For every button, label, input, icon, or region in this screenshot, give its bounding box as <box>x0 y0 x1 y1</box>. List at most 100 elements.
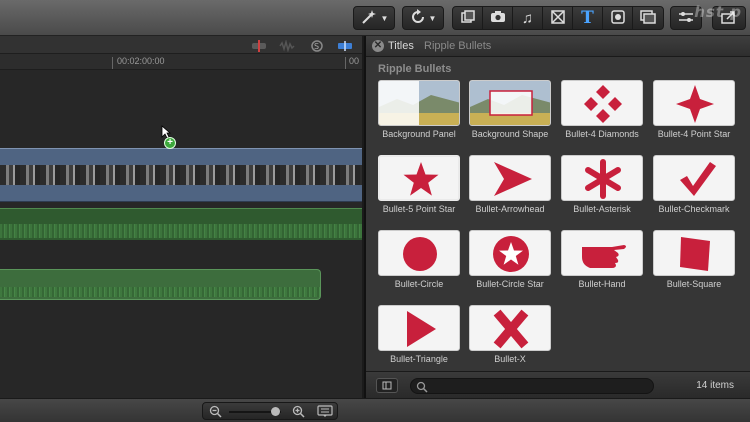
generators-button[interactable] <box>603 7 633 29</box>
title-item-bullet-hand[interactable]: Bullet-Hand <box>559 230 645 304</box>
title-thumbnail <box>469 80 551 126</box>
music-clip[interactable] <box>0 269 321 300</box>
camera-icon <box>490 10 506 26</box>
browser-header: ✕ Titles Ripple Bullets <box>366 36 750 57</box>
title-item-label: Bullet-Hand <box>578 279 626 289</box>
sidebar-toggle-icon <box>377 379 397 396</box>
zoom-out-icon[interactable] <box>209 405 222 422</box>
solo-icon[interactable]: S <box>308 39 326 52</box>
title-item-bullet-triangle[interactable]: Bullet-Triangle <box>376 305 462 379</box>
music-button[interactable]: ♫ <box>513 7 543 29</box>
titles-browser: ✕ Titles Ripple Bullets Ripple Bullets B… <box>364 36 750 398</box>
media-browser-group: ♫ T <box>452 6 664 30</box>
ruler-timecode-right: 00 <box>349 56 360 66</box>
title-item-bullet-checkmark[interactable]: Bullet-Checkmark <box>651 155 737 229</box>
bottom-bar <box>0 398 750 422</box>
audio-clip[interactable] <box>0 208 362 240</box>
title-item-bullet-asterisk[interactable]: Bullet-Asterisk <box>559 155 645 229</box>
title-item-label: Bullet-4 Point Star <box>657 129 731 139</box>
clip-icon <box>460 9 475 27</box>
audio-waveform <box>0 224 362 238</box>
title-item-bullet-4-point-star[interactable]: Bullet-4 Point Star <box>651 80 737 154</box>
title-item-label: Bullet-Square <box>666 279 722 289</box>
skimming-icon[interactable] <box>250 39 268 52</box>
title-thumbnail <box>378 155 460 201</box>
photos-button[interactable] <box>483 7 513 29</box>
title-thumbnail <box>653 155 735 201</box>
title-thumbnail <box>378 80 460 126</box>
title-item-label: Bullet-Triangle <box>390 354 448 364</box>
title-thumbnail <box>469 155 551 201</box>
titles-button[interactable]: T <box>573 7 603 29</box>
magic-wand-icon <box>360 9 378 28</box>
title-item-label: Background Shape <box>471 129 549 139</box>
title-thumbnail <box>561 80 643 126</box>
title-item-label: Bullet-X <box>494 354 526 364</box>
watermark-text: hst p <box>694 3 742 21</box>
title-item-label: Background Panel <box>382 129 456 139</box>
search-input[interactable] <box>410 378 654 394</box>
titles-grid: Ripple Bullets Background Panel Backgrou… <box>366 57 750 371</box>
main-toolbar: ▼ ▼ ♫ T hst p <box>0 0 750 36</box>
themes-icon <box>640 9 656 27</box>
section-label: Ripple Bullets <box>378 63 452 75</box>
transitions-button[interactable] <box>543 7 573 29</box>
title-item-label: Bullet-Asterisk <box>573 204 631 214</box>
audio-waveform <box>0 287 320 297</box>
retime-button[interactable]: ▼ <box>402 6 444 30</box>
chevron-down-icon: ▼ <box>380 13 389 23</box>
generators-icon <box>610 9 625 27</box>
music-icon: ♫ <box>521 9 534 27</box>
close-icon[interactable]: ✕ <box>372 40 384 52</box>
clip-button[interactable] <box>453 7 483 29</box>
timeline-panel[interactable]: S 00:02:00:00 00 + <box>0 36 362 398</box>
title-item-bullet-4-diamonds[interactable]: Bullet-4 Diamonds <box>559 80 645 154</box>
clip-filmstrip <box>0 165 362 185</box>
title-item-label: Bullet-Circle <box>394 279 444 289</box>
ruler-timecode: 00:02:00:00 <box>117 56 165 66</box>
title-item-background-panel[interactable]: Background Panel <box>376 80 462 154</box>
title-item-bullet-arrowhead[interactable]: Bullet-Arrowhead <box>467 155 553 229</box>
inspector-icon <box>678 11 694 26</box>
add-plus-icon: + <box>164 137 176 149</box>
titles-icon: T <box>581 8 594 28</box>
clip-appearance-icon[interactable] <box>317 405 333 422</box>
browser-subtitle: Ripple Bullets <box>424 40 492 52</box>
title-thumbnail <box>561 230 643 276</box>
retime-icon <box>410 8 426 28</box>
title-item-bullet-circle[interactable]: Bullet-Circle <box>376 230 462 304</box>
show-sidebar-button[interactable] <box>376 378 398 393</box>
title-item-bullet-square[interactable]: Bullet-Square <box>651 230 737 304</box>
item-count: 14 items <box>696 380 734 391</box>
title-item-bullet-5-point-star[interactable]: Bullet-5 Point Star <box>376 155 462 229</box>
title-item-background-shape[interactable]: Background Shape <box>467 80 553 154</box>
browser-footer: 14 items <box>366 371 750 398</box>
title-item-label: Bullet-5 Point Star <box>382 204 456 214</box>
title-thumbnail <box>561 155 643 201</box>
zoom-control <box>202 402 338 420</box>
title-thumbnail <box>653 80 735 126</box>
snapping-icon[interactable] <box>336 39 354 51</box>
title-thumbnail <box>378 305 460 351</box>
timeline-ruler[interactable]: 00:02:00:00 00 <box>0 54 362 70</box>
title-item-label: Bullet-Arrowhead <box>475 204 545 214</box>
title-thumbnail <box>653 230 735 276</box>
title-thumbnail <box>469 230 551 276</box>
video-clip[interactable] <box>0 148 362 202</box>
title-item-bullet-circle-star[interactable]: Bullet-Circle Star <box>467 230 553 304</box>
title-item-label: Bullet-Circle Star <box>476 279 544 289</box>
zoom-in-icon[interactable] <box>292 405 305 422</box>
browser-title: Titles <box>388 40 414 52</box>
audio-skimming-icon[interactable] <box>278 39 296 53</box>
enhance-button[interactable]: ▼ <box>353 6 395 30</box>
search-icon <box>416 380 428 398</box>
title-item-label: Bullet-Checkmark <box>658 204 730 214</box>
ruler-tick <box>112 57 113 69</box>
themes-button[interactable] <box>633 7 663 29</box>
chevron-down-icon: ▼ <box>428 13 437 23</box>
transitions-icon <box>550 9 565 27</box>
timeline-header: S <box>0 36 362 54</box>
zoom-slider-knob[interactable] <box>271 407 280 416</box>
title-thumbnail <box>378 230 460 276</box>
title-item-bullet-x[interactable]: Bullet-X <box>467 305 553 379</box>
